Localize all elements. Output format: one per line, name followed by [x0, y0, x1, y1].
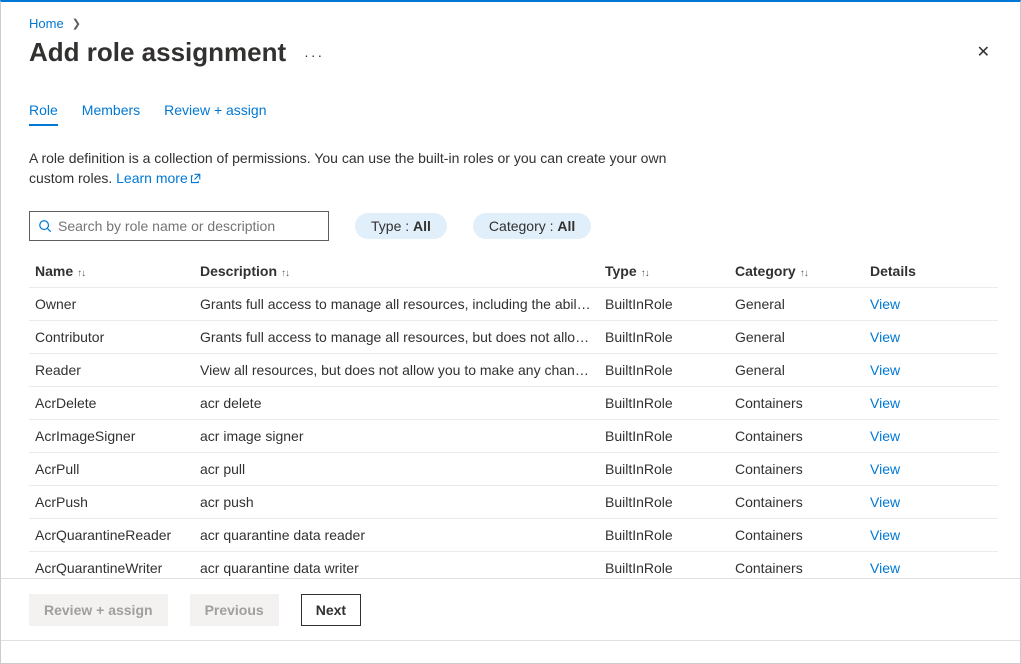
cell-description: acr push	[194, 485, 599, 518]
cell-description: Grants full access to manage all resourc…	[194, 320, 599, 353]
horizontal-scrollbar[interactable]	[1, 640, 1020, 658]
view-details-link[interactable]: View	[864, 353, 998, 386]
table-row[interactable]: AcrImageSigneracr image signerBuiltInRol…	[29, 419, 998, 452]
cell-category: General	[729, 353, 864, 386]
column-header-description[interactable]: Description↑↓	[194, 255, 599, 288]
chevron-right-icon: ❯	[72, 17, 81, 30]
cell-category: Containers	[729, 551, 864, 578]
sort-icon: ↑↓	[77, 268, 85, 279]
more-actions-icon[interactable]: ···	[304, 47, 324, 63]
cell-type: BuiltInRole	[599, 287, 729, 320]
table-row[interactable]: AcrDeleteacr deleteBuiltInRoleContainers…	[29, 386, 998, 419]
table-row[interactable]: AcrQuarantineWriteracr quarantine data w…	[29, 551, 998, 578]
column-header-name[interactable]: Name↑↓	[29, 255, 194, 288]
tab-review[interactable]: Review + assign	[164, 102, 266, 126]
cell-name: AcrPush	[29, 485, 194, 518]
table-row[interactable]: AcrPullacr pullBuiltInRoleContainersView	[29, 452, 998, 485]
cell-category: Containers	[729, 518, 864, 551]
footer-bar: Review + assign Previous Next	[1, 578, 1020, 640]
view-details-link[interactable]: View	[864, 287, 998, 320]
table-row[interactable]: AcrPushacr pushBuiltInRoleContainersView	[29, 485, 998, 518]
cell-type: BuiltInRole	[599, 518, 729, 551]
roles-table: Name↑↓ Description↑↓ Type↑↓ Category↑↓ D…	[29, 255, 998, 578]
cell-type: BuiltInRole	[599, 419, 729, 452]
filter-type-pill[interactable]: Type : All	[355, 213, 447, 239]
cell-type: BuiltInRole	[599, 353, 729, 386]
table-row[interactable]: OwnerGrants full access to manage all re…	[29, 287, 998, 320]
cell-category: Containers	[729, 386, 864, 419]
cell-name: Owner	[29, 287, 194, 320]
panel-scroll-container[interactable]: Home ❯ Add role assignment ··· ✕ Role Me…	[1, 2, 1020, 578]
column-header-category[interactable]: Category↑↓	[729, 255, 864, 288]
close-icon[interactable]: ✕	[969, 41, 998, 65]
cell-description: acr quarantine data writer	[194, 551, 599, 578]
cell-name: AcrImageSigner	[29, 419, 194, 452]
cell-category: General	[729, 320, 864, 353]
cell-description: acr image signer	[194, 419, 599, 452]
table-row[interactable]: ReaderView all resources, but does not a…	[29, 353, 998, 386]
cell-type: BuiltInRole	[599, 452, 729, 485]
cell-name: Contributor	[29, 320, 194, 353]
learn-more-link[interactable]: Learn more	[116, 170, 202, 186]
cell-description: acr quarantine data reader	[194, 518, 599, 551]
breadcrumb-home-link[interactable]: Home	[29, 16, 64, 31]
column-header-details: Details	[864, 255, 998, 288]
page-title: Add role assignment	[29, 37, 286, 68]
cell-name: AcrQuarantineReader	[29, 518, 194, 551]
search-input-wrap[interactable]	[29, 211, 329, 241]
table-row[interactable]: ContributorGrants full access to manage …	[29, 320, 998, 353]
view-details-link[interactable]: View	[864, 518, 998, 551]
cell-name: AcrQuarantineWriter	[29, 551, 194, 578]
view-details-link[interactable]: View	[864, 551, 998, 578]
cell-type: BuiltInRole	[599, 386, 729, 419]
external-link-icon	[190, 172, 202, 184]
cell-type: BuiltInRole	[599, 320, 729, 353]
cell-description: Grants full access to manage all resourc…	[194, 287, 599, 320]
cell-category: Containers	[729, 452, 864, 485]
description-text: A role definition is a collection of per…	[29, 148, 669, 189]
cell-description: acr pull	[194, 452, 599, 485]
sort-icon: ↑↓	[641, 268, 649, 279]
cell-category: Containers	[729, 485, 864, 518]
cell-category: Containers	[729, 419, 864, 452]
previous-button: Previous	[190, 594, 279, 626]
cell-type: BuiltInRole	[599, 551, 729, 578]
tab-members[interactable]: Members	[82, 102, 140, 126]
cell-name: AcrPull	[29, 452, 194, 485]
filter-category-pill[interactable]: Category : All	[473, 213, 591, 239]
view-details-link[interactable]: View	[864, 485, 998, 518]
table-row[interactable]: AcrQuarantineReaderacr quarantine data r…	[29, 518, 998, 551]
search-icon	[38, 219, 52, 233]
view-details-link[interactable]: View	[864, 419, 998, 452]
cell-type: BuiltInRole	[599, 485, 729, 518]
cell-description: View all resources, but does not allow y…	[194, 353, 599, 386]
cell-name: AcrDelete	[29, 386, 194, 419]
sort-icon: ↑↓	[800, 268, 808, 279]
column-header-type[interactable]: Type↑↓	[599, 255, 729, 288]
view-details-link[interactable]: View	[864, 452, 998, 485]
cell-category: General	[729, 287, 864, 320]
next-button[interactable]: Next	[301, 594, 361, 626]
sort-icon: ↑↓	[281, 268, 289, 279]
cell-name: Reader	[29, 353, 194, 386]
search-input[interactable]	[52, 218, 320, 234]
review-assign-button: Review + assign	[29, 594, 168, 626]
tab-role[interactable]: Role	[29, 102, 58, 126]
breadcrumb: Home ❯	[29, 2, 998, 37]
view-details-link[interactable]: View	[864, 320, 998, 353]
tab-bar: Role Members Review + assign	[29, 102, 998, 126]
view-details-link[interactable]: View	[864, 386, 998, 419]
cell-description: acr delete	[194, 386, 599, 419]
